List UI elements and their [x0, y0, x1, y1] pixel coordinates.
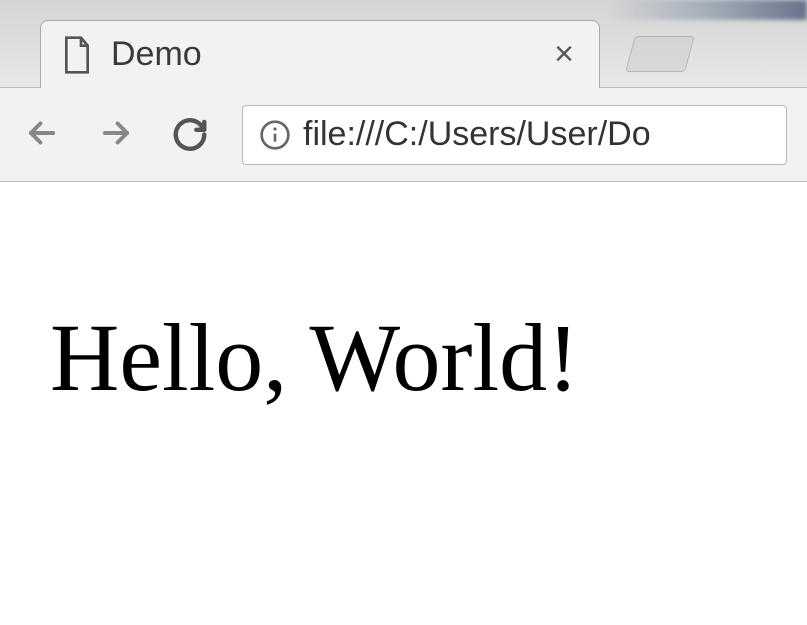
reload-button[interactable] [168, 113, 212, 157]
browser-tab[interactable]: Demo × [40, 20, 600, 88]
reload-icon [171, 114, 209, 155]
new-tab-button[interactable] [625, 36, 695, 72]
tab-close-button[interactable]: × [549, 40, 579, 70]
back-button[interactable] [20, 113, 64, 157]
tab-strip: Demo × [0, 0, 807, 88]
tab-title: Demo [111, 35, 531, 74]
info-icon [259, 119, 291, 151]
arrow-right-icon [97, 114, 135, 155]
page-content: Hello, World! [0, 182, 807, 533]
url-text: file:///C:/Users/User/Do [303, 115, 770, 154]
toolbar: file:///C:/Users/User/Do [0, 88, 807, 182]
page-heading: Hello, World! [50, 302, 757, 413]
arrow-left-icon [23, 114, 61, 155]
address-bar[interactable]: file:///C:/Users/User/Do [242, 105, 787, 165]
file-icon [61, 35, 93, 75]
forward-button[interactable] [94, 113, 138, 157]
close-icon: × [554, 35, 574, 74]
tab-strip-area: Demo × [0, 0, 807, 88]
